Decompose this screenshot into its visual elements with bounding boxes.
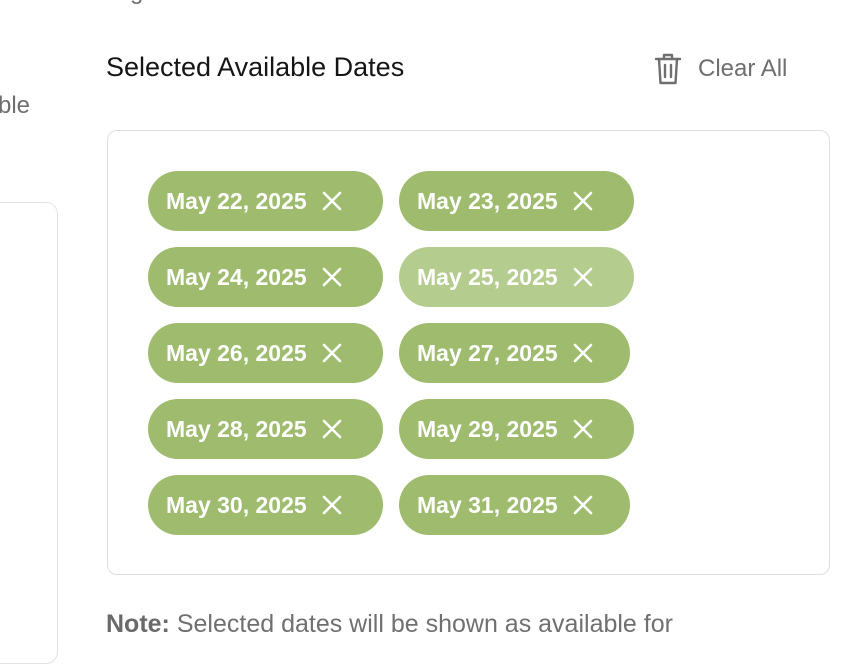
- trash-icon: [654, 52, 682, 86]
- close-icon[interactable]: [321, 342, 343, 364]
- date-chip-label: May 27, 2025: [417, 339, 558, 366]
- date-chip[interactable]: May 22, 2025: [148, 171, 383, 231]
- close-icon[interactable]: [321, 266, 343, 288]
- date-chip-hovered[interactable]: May 25, 2025: [399, 247, 634, 307]
- close-icon[interactable]: [572, 418, 594, 440]
- close-icon[interactable]: [321, 418, 343, 440]
- date-chip[interactable]: May 26, 2025: [148, 323, 383, 383]
- date-chip[interactable]: May 30, 2025: [148, 475, 383, 535]
- date-chip-label: May 24, 2025: [166, 263, 307, 290]
- date-chip-label: May 31, 2025: [417, 491, 558, 518]
- section-title: Selected Available Dates: [106, 52, 405, 82]
- date-chip[interactable]: May 28, 2025: [148, 399, 383, 459]
- date-chip-label: May 30, 2025: [166, 491, 307, 518]
- date-chip-label: May 29, 2025: [417, 415, 558, 442]
- close-icon[interactable]: [321, 494, 343, 516]
- date-chip[interactable]: May 31, 2025: [399, 475, 630, 535]
- close-icon[interactable]: [572, 494, 594, 516]
- clear-all-label: Clear All: [698, 55, 788, 82]
- date-chip-label: May 22, 2025: [166, 187, 307, 214]
- date-chip-list: May 22, 2025 May 23, 2025 May 24, 2025 M…: [148, 171, 668, 535]
- close-icon[interactable]: [572, 190, 594, 212]
- close-icon[interactable]: [321, 190, 343, 212]
- date-chip-label: May 28, 2025: [166, 415, 307, 442]
- close-icon[interactable]: [572, 266, 594, 288]
- note-body: Selected dates will be shown as availabl…: [169, 610, 673, 638]
- date-chip[interactable]: May 29, 2025: [399, 399, 634, 459]
- partial-text-top: g: [130, 0, 143, 6]
- selected-dates-box: May 22, 2025 May 23, 2025 May 24, 2025 M…: [107, 130, 830, 575]
- close-icon[interactable]: [572, 342, 594, 364]
- note-text: Note: Selected dates will be shown as av…: [106, 610, 673, 639]
- partial-label-left: ble: [0, 92, 31, 119]
- date-chip[interactable]: May 23, 2025: [399, 171, 634, 231]
- clear-all-button[interactable]: Clear All: [654, 50, 787, 88]
- date-chip-label: May 23, 2025: [417, 187, 558, 214]
- left-panel: [0, 202, 58, 664]
- date-chip[interactable]: May 27, 2025: [399, 323, 630, 383]
- date-chip[interactable]: May 24, 2025: [148, 247, 383, 307]
- date-chip-label: May 26, 2025: [166, 339, 307, 366]
- note-label: Note:: [106, 610, 170, 638]
- date-chip-label: May 25, 2025: [417, 263, 558, 290]
